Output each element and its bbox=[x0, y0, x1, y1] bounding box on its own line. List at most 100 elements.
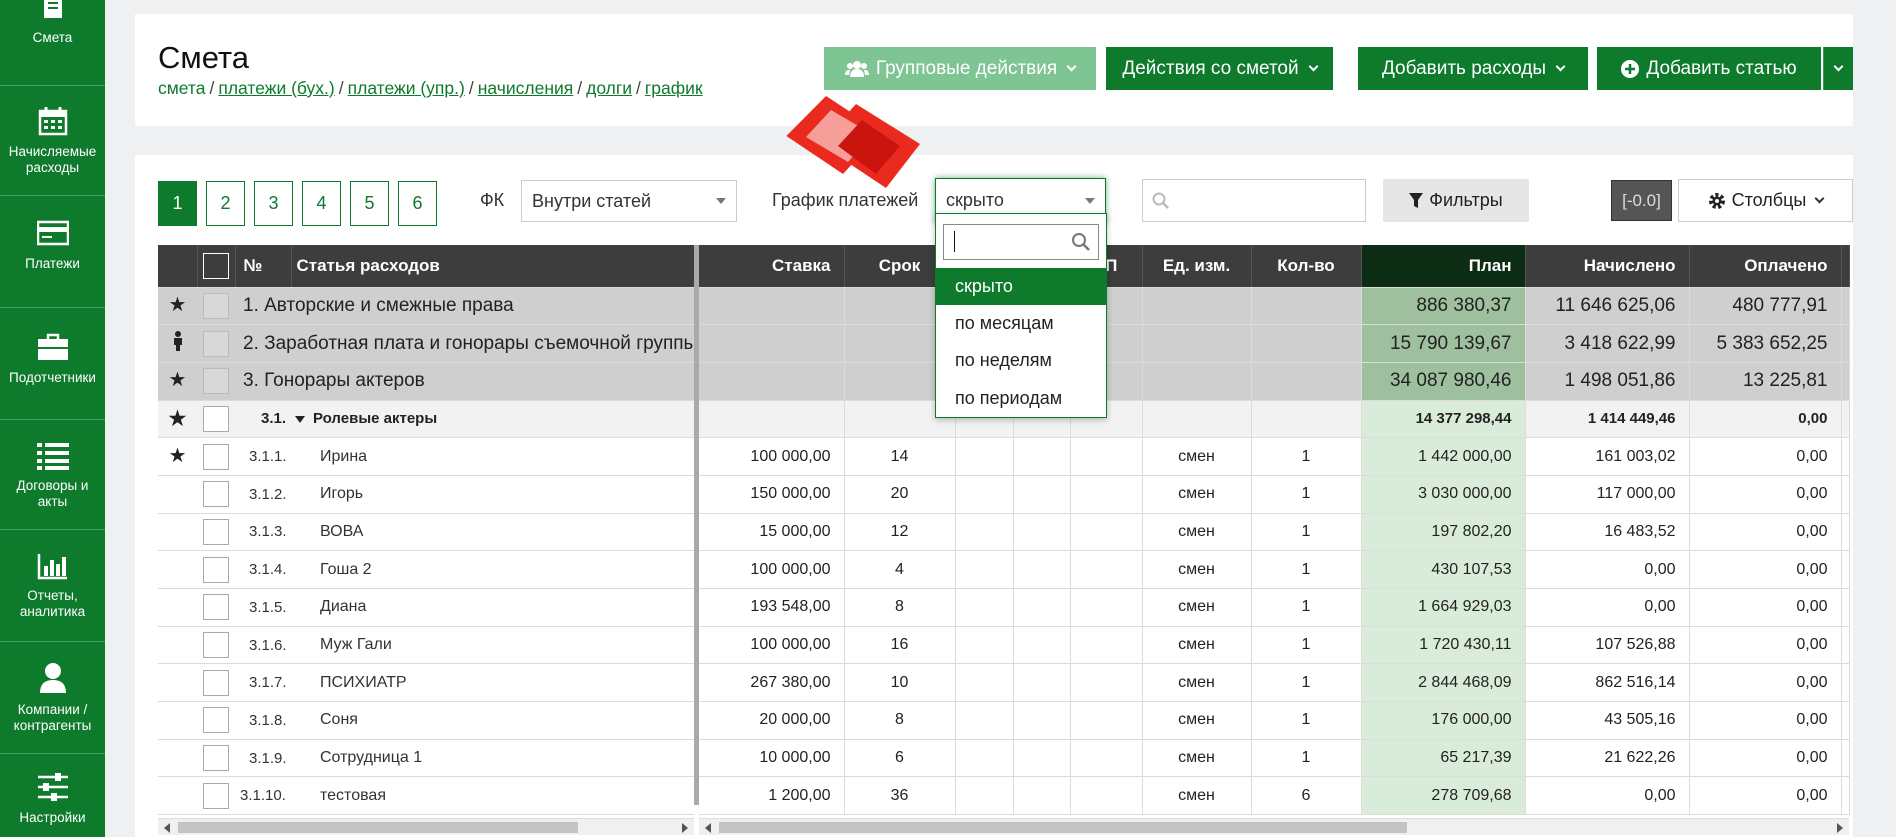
cell-qty[interactable] bbox=[1251, 362, 1362, 401]
cell-qty[interactable] bbox=[1251, 400, 1362, 439]
cell-unit[interactable]: смен bbox=[1142, 626, 1252, 665]
star-icon[interactable]: ★ bbox=[169, 370, 187, 390]
cell-qty[interactable]: 1 bbox=[1251, 475, 1362, 514]
cell-term[interactable]: 14 bbox=[844, 437, 956, 476]
scroll-left-icon[interactable] bbox=[705, 823, 711, 833]
cell-rate[interactable]: 100 000,00 bbox=[699, 626, 845, 665]
page-tab-1[interactable]: 1 bbox=[158, 181, 197, 226]
table-row[interactable]: ★ 1. Авторские и смежные права bbox=[158, 287, 694, 326]
table-row[interactable]: ★ 3. Гонорары актеров bbox=[158, 362, 694, 401]
page-tab-5[interactable]: 5 bbox=[350, 181, 389, 226]
star-icon[interactable]: ★ bbox=[169, 295, 187, 315]
dropdown-option-weekly[interactable]: по неделям bbox=[936, 342, 1106, 379]
table-row[interactable]: 2. Заработная плата и гонорары съемочной… bbox=[158, 324, 694, 363]
page-tab-2[interactable]: 2 bbox=[206, 181, 245, 226]
row-checkbox[interactable] bbox=[203, 330, 229, 357]
table-row[interactable]: 886 380,37 11 646 625,06 480 777,91 bbox=[699, 287, 1850, 326]
cell-rate[interactable] bbox=[699, 287, 845, 326]
table-row[interactable]: 20 000,00 8 смен 1 176 000,00 43 505,16 0,00 bbox=[699, 701, 1850, 740]
scroll-left-icon[interactable] bbox=[164, 823, 170, 833]
table-row[interactable]: 15 000,00 12 смен 1 197 802,20 16 483,52 0,00 bbox=[699, 513, 1850, 552]
table-row[interactable]: 14 377 298,44 1 414 449,46 0,00 bbox=[699, 400, 1850, 439]
breadcrumb-debts[interactable]: долги bbox=[586, 78, 632, 98]
cell-rate[interactable]: 20 000,00 bbox=[699, 701, 845, 740]
cell-qty[interactable]: 1 bbox=[1251, 437, 1362, 476]
table-row[interactable]: 193 548,00 8 смен 1 1 664 929,03 0,00 0,00 bbox=[699, 588, 1850, 627]
table-row[interactable]: 3.1.9. Сотрудница 1 bbox=[158, 739, 694, 778]
estimate-actions-button[interactable]: Действия со сметой bbox=[1106, 47, 1333, 90]
sidebar-item-companies[interactable]: Компании / контрагенты bbox=[0, 642, 105, 754]
cell-qty[interactable]: 1 bbox=[1251, 626, 1362, 665]
cell-qty[interactable] bbox=[1251, 287, 1362, 326]
sidebar-item-payments[interactable]: Платежи bbox=[0, 196, 105, 308]
cell-unit[interactable]: смен bbox=[1142, 437, 1252, 476]
table-row[interactable]: 3.1.3. ВОВА bbox=[158, 513, 694, 552]
row-checkbox[interactable] bbox=[203, 594, 229, 621]
filters-button[interactable]: Фильтры bbox=[1383, 179, 1529, 222]
scrollbar-thumb[interactable] bbox=[178, 822, 578, 833]
table-row[interactable]: 150 000,00 20 смен 1 3 030 000,00 117 000,00 0… bbox=[699, 475, 1850, 514]
table-row[interactable]: 100 000,00 4 смен 1 430 107,53 0,00 0,00 bbox=[699, 550, 1850, 589]
star-icon[interactable]: ★ bbox=[169, 409, 187, 429]
sidebar-item-contracts[interactable]: Договоры и акты bbox=[0, 420, 105, 530]
table-row[interactable]: 1 200,00 36 смен 6 278 709,68 0,00 0,00 bbox=[699, 776, 1850, 816]
cell-unit[interactable]: смен bbox=[1142, 550, 1252, 589]
scroll-right-icon[interactable] bbox=[1837, 823, 1843, 833]
cell-rate[interactable]: 193 548,00 bbox=[699, 588, 845, 627]
cell-rate[interactable] bbox=[699, 362, 845, 401]
star-icon[interactable]: ★ bbox=[169, 446, 187, 466]
breadcrumb-accruals[interactable]: начисления bbox=[478, 78, 574, 98]
cell-term[interactable]: 10 bbox=[844, 663, 956, 703]
cell-rate[interactable]: 150 000,00 bbox=[699, 475, 845, 514]
scroll-right-icon[interactable] bbox=[682, 823, 688, 833]
row-checkbox[interactable] bbox=[203, 707, 229, 734]
cell-rate[interactable]: 10 000,00 bbox=[699, 739, 845, 778]
cell-qty[interactable]: 1 bbox=[1251, 739, 1362, 778]
dropdown-option-monthly[interactable]: по месяцам bbox=[936, 305, 1106, 342]
cell-term[interactable]: 8 bbox=[844, 701, 956, 740]
fk-select[interactable]: Внутри статей bbox=[521, 180, 737, 222]
sidebar-item-accrued[interactable]: Начисляемые расходы bbox=[0, 86, 105, 196]
table-row[interactable]: 267 380,00 10 смен 1 2 844 468,09 862 516,14 0… bbox=[699, 663, 1850, 703]
row-checkbox[interactable] bbox=[203, 292, 229, 319]
left-horizontal-scrollbar[interactable] bbox=[158, 818, 694, 835]
add-item-button[interactable]: Добавить статью bbox=[1597, 47, 1821, 90]
group-actions-button[interactable]: Групповые действия bbox=[824, 47, 1096, 90]
person-icon[interactable] bbox=[172, 330, 184, 351]
cell-unit[interactable]: смен bbox=[1142, 739, 1252, 778]
cell-rate[interactable]: 100 000,00 bbox=[699, 437, 845, 476]
sidebar-item-estimate[interactable]: Смета bbox=[0, 0, 105, 86]
cell-term[interactable]: 16 bbox=[844, 626, 956, 665]
breadcrumb-schedule[interactable]: график bbox=[645, 78, 703, 98]
table-row[interactable]: 3.1.10. тестовая bbox=[158, 776, 694, 816]
cell-term[interactable]: 36 bbox=[844, 776, 956, 816]
cell-unit[interactable] bbox=[1142, 400, 1252, 439]
cell-qty[interactable]: 1 bbox=[1251, 663, 1362, 703]
cell-rate[interactable] bbox=[699, 324, 845, 363]
row-checkbox[interactable] bbox=[203, 405, 229, 432]
row-checkbox[interactable] bbox=[203, 556, 229, 583]
page-tab-3[interactable]: 3 bbox=[254, 181, 293, 226]
row-checkbox[interactable] bbox=[203, 782, 229, 809]
right-horizontal-scrollbar[interactable] bbox=[699, 818, 1849, 835]
row-checkbox[interactable] bbox=[203, 632, 229, 659]
cell-rate[interactable]: 100 000,00 bbox=[699, 550, 845, 589]
cell-qty[interactable]: 1 bbox=[1251, 550, 1362, 589]
select-all-checkbox[interactable] bbox=[203, 252, 229, 279]
row-checkbox[interactable] bbox=[203, 481, 229, 508]
sidebar-item-reports[interactable]: Отчеты, аналитика bbox=[0, 530, 105, 642]
sidebar-item-settings[interactable]: Настройки bbox=[0, 754, 105, 837]
cell-rate[interactable] bbox=[699, 400, 845, 439]
table-row[interactable]: 34 087 980,46 1 498 051,86 13 225,81 bbox=[699, 362, 1850, 401]
dropdown-option-periods[interactable]: по периодам bbox=[936, 380, 1106, 417]
table-row[interactable]: 3.1.4. Гоша 2 bbox=[158, 550, 694, 589]
cell-unit[interactable]: смен bbox=[1142, 776, 1252, 816]
row-checkbox[interactable] bbox=[203, 745, 229, 772]
cell-term[interactable]: 8 bbox=[844, 588, 956, 627]
sidebar-item-accountable[interactable]: Подотчетники bbox=[0, 308, 105, 420]
cell-term[interactable]: 6 bbox=[844, 739, 956, 778]
cell-qty[interactable]: 1 bbox=[1251, 701, 1362, 740]
add-item-dropdown-button[interactable] bbox=[1823, 47, 1853, 90]
cell-unit[interactable]: смен bbox=[1142, 513, 1252, 552]
table-row[interactable]: 100 000,00 14 смен 1 1 442 000,00 161 003,02 0… bbox=[699, 437, 1850, 476]
